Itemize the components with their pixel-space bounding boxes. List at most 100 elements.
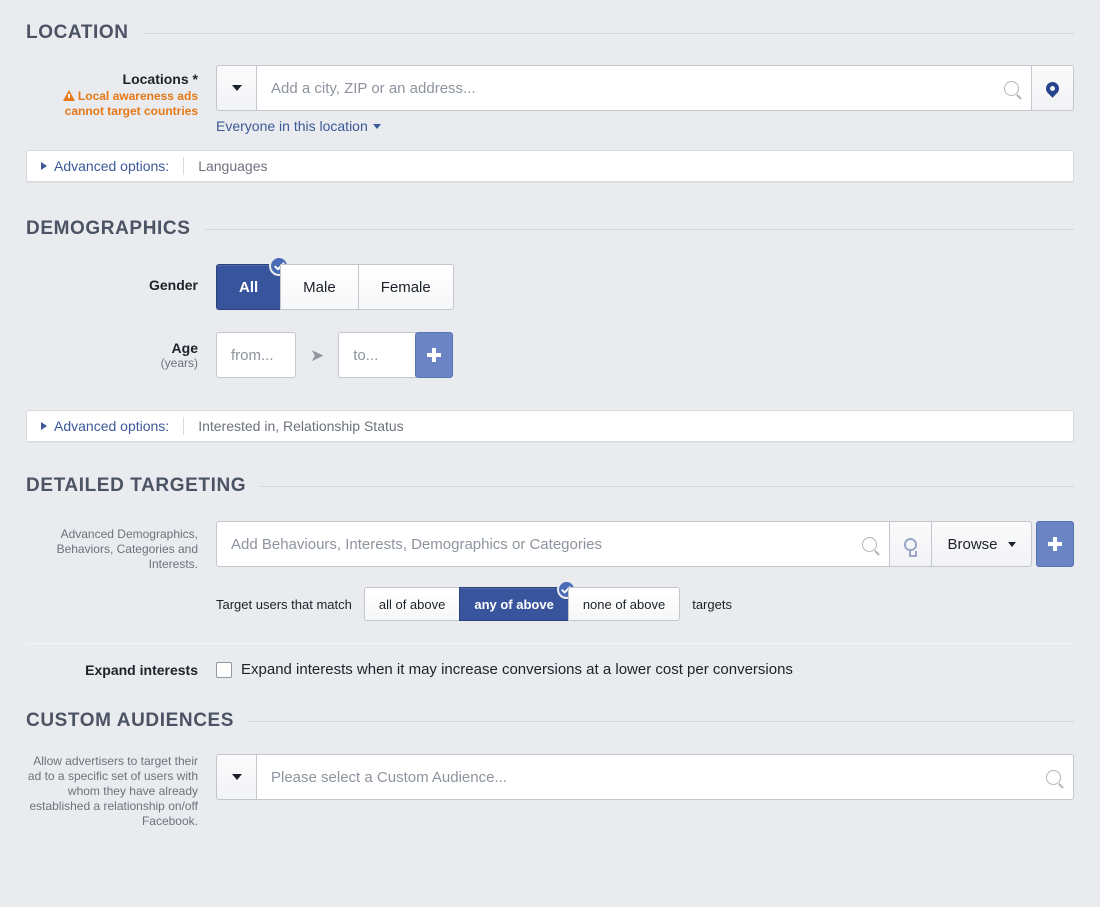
gender-option-all[interactable]: All: [216, 256, 290, 310]
detailed-targeting-input[interactable]: [229, 534, 854, 554]
locations-input-group: [216, 65, 1074, 111]
age-to-box: [338, 332, 419, 378]
divider: [183, 417, 185, 435]
age-add-button[interactable]: [415, 332, 454, 378]
locations-map-button[interactable]: [1032, 65, 1074, 111]
header-rule: [204, 228, 1074, 230]
detailed-targeting-browse-button[interactable]: Browse: [932, 521, 1032, 567]
plus-icon: [426, 347, 442, 363]
detailed-targeting-suggestions-button[interactable]: [890, 521, 932, 567]
arrow-right-icon: ➤: [310, 345, 325, 365]
locations-search-input[interactable]: [269, 78, 996, 98]
gender-body: All Male Female: [216, 256, 1074, 310]
match-option-label: none of above: [582, 596, 666, 612]
advanced-options-label: Advanced options:: [54, 418, 170, 434]
expand-interests-body: Expand interests when it may increase co…: [216, 661, 1074, 678]
locations-warning-line2: cannot target countries: [64, 104, 198, 118]
chevron-down-icon: [231, 774, 242, 780]
detailed-targeting-description: Advanced Demographics, Behaviors, Catego…: [56, 527, 198, 571]
locations-field-wrap: [256, 65, 1032, 111]
gender-row: Gender All Male Female: [20, 256, 1080, 310]
header-rule: [142, 32, 1074, 34]
search-icon: [1046, 769, 1061, 785]
expand-interests-checkbox-text: Expand interests when it may increase co…: [241, 661, 793, 678]
advanced-options-demographics[interactable]: Advanced options: Interested in, Relatio…: [26, 410, 1074, 442]
detailed-targeting-label-block: Advanced Demographics, Behaviors, Catego…: [26, 521, 216, 572]
section-header-detailed-targeting: DETAILED TARGETING: [20, 475, 1080, 497]
location-row: Locations * Local awareness ads cannot t…: [20, 65, 1080, 134]
section-header-location: LOCATION: [20, 22, 1080, 44]
expand-interests-row: Expand interests Expand interests when i…: [20, 661, 1080, 678]
gender-option-label: Male: [303, 278, 336, 296]
search-icon: [1004, 80, 1019, 96]
advanced-options-label: Advanced options:: [54, 158, 170, 174]
locations-body: Everyone in this location: [216, 65, 1074, 134]
chevron-down-icon: [231, 85, 242, 91]
detailed-targeting-input-group: Browse: [216, 521, 1074, 567]
detailed-targeting-add-button[interactable]: [1036, 521, 1074, 567]
match-rule-row: Target users that match all of above any…: [216, 580, 1074, 621]
advanced-options-location[interactable]: Advanced options: Languages: [26, 150, 1074, 182]
section-header-demographics: DEMOGRAPHICS: [20, 218, 1080, 240]
age-label-block: Age (years): [26, 332, 216, 370]
age-from-input[interactable]: [229, 345, 283, 365]
page-title-demographics: DEMOGRAPHICS: [26, 218, 191, 239]
page-title-custom-audiences: CUSTOM AUDIENCES: [26, 710, 235, 731]
detailed-targeting-divider: [26, 643, 1074, 644]
match-rule-toggle-group: all of above any of above none of above: [363, 580, 681, 621]
custom-audiences-row: Allow advertisers to target their ad to …: [20, 754, 1080, 829]
location-audience-type-label: Everyone in this location: [216, 118, 368, 134]
gender-option-label: All: [239, 278, 259, 296]
expand-interests-checkbox[interactable]: [216, 661, 232, 678]
detailed-targeting-row: Advanced Demographics, Behaviors, Catego…: [20, 521, 1080, 621]
expand-interests-label-block: Expand interests: [26, 661, 216, 678]
custom-audiences-label-block: Allow advertisers to target their ad to …: [26, 754, 216, 829]
chevron-right-icon: [41, 162, 47, 170]
plus-icon: [1047, 536, 1063, 552]
expand-interests-checkbox-row: Expand interests when it may increase co…: [216, 661, 1074, 678]
match-option-none-of-above[interactable]: none of above: [567, 587, 681, 621]
expand-interests-label: Expand interests: [85, 662, 198, 678]
custom-audiences-dropdown-button[interactable]: [216, 754, 256, 800]
browse-label: Browse: [947, 535, 998, 553]
chevron-right-icon: [41, 422, 47, 430]
gender-toggle-group: All Male Female: [216, 256, 454, 310]
detailed-targeting-body: Browse Target users that match all of ab…: [216, 521, 1074, 621]
custom-audiences-input[interactable]: [269, 767, 1038, 787]
age-body: ➤: [216, 332, 1074, 378]
chevron-down-icon: [1007, 541, 1016, 547]
custom-audiences-body: [216, 754, 1074, 800]
gender-option-male[interactable]: Male: [280, 264, 358, 310]
map-pin-icon: [1043, 78, 1062, 98]
gender-label-block: Gender: [26, 264, 216, 293]
match-option-all-of-above[interactable]: all of above: [363, 587, 460, 621]
custom-audiences-input-group: [216, 754, 1074, 800]
advanced-options-items: Languages: [198, 158, 268, 174]
search-icon: [862, 536, 877, 552]
locations-label: Locations *: [122, 71, 198, 87]
warning-triangle-icon: [62, 90, 75, 101]
match-rule-suffix: targets: [692, 596, 732, 612]
location-audience-type-dropdown[interactable]: Everyone in this location: [216, 118, 381, 134]
header-rule: [260, 485, 1074, 487]
age-units-label: (years): [160, 356, 198, 370]
gender-option-female[interactable]: Female: [357, 264, 454, 310]
age-range-controls: ➤: [216, 332, 1074, 378]
match-option-any-of-above[interactable]: any of above: [459, 580, 576, 621]
chevron-down-icon: [372, 123, 381, 129]
locations-warning-line1: Local awareness ads: [77, 89, 198, 103]
gender-label: Gender: [148, 277, 198, 293]
match-option-label: any of above: [474, 596, 554, 612]
header-rule: [248, 720, 1074, 722]
age-to-input[interactable]: [351, 345, 406, 365]
age-from-box: [216, 332, 296, 378]
age-label: Age: [171, 340, 198, 356]
gender-option-label: Female: [380, 278, 431, 296]
locations-dropdown-button[interactable]: [216, 65, 256, 111]
lightbulb-icon: [904, 537, 917, 557]
match-option-label: all of above: [378, 596, 446, 612]
audience-targeting-page: LOCATION Locations * Local awareness ads…: [0, 22, 1100, 907]
section-header-custom-audiences: CUSTOM AUDIENCES: [20, 710, 1080, 732]
locations-warning: Local awareness ads cannot target countr…: [26, 89, 198, 119]
match-rule-prefix: Target users that match: [216, 596, 352, 612]
